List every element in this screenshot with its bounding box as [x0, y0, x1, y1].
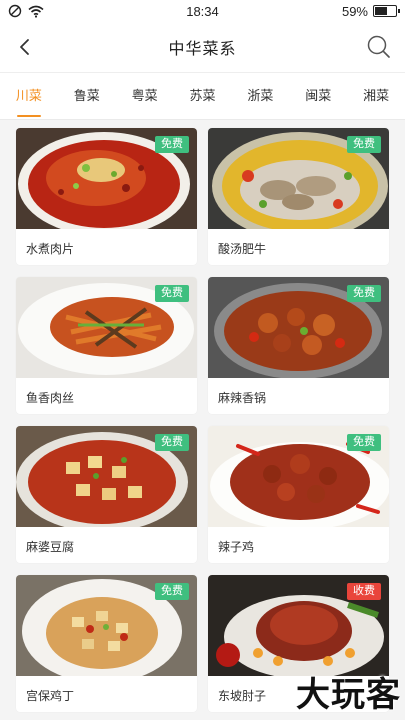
- tab-chuan[interactable]: 川菜: [0, 73, 58, 119]
- battery-percent: 59%: [341, 3, 368, 19]
- dish-name: 酸汤肥牛: [218, 242, 267, 256]
- price-badge: 免费: [155, 285, 189, 302]
- dish-card[interactable]: 免费 辣子鸡: [208, 426, 389, 563]
- dish-card[interactable]: 免费 水煮肉片: [16, 128, 197, 265]
- dish-name: 辣子鸡: [218, 540, 255, 554]
- tab-lu[interactable]: 鲁菜: [58, 73, 116, 119]
- wifi-icon: [28, 5, 44, 18]
- tab-zhe[interactable]: 浙菜: [231, 73, 289, 119]
- dish-name: 水煮肉片: [26, 242, 75, 256]
- battery-icon: [373, 5, 400, 17]
- dish-card[interactable]: 免费 鱼香肉丝: [16, 277, 197, 414]
- watermark-logo: 大玩客: [296, 675, 401, 715]
- price-badge: 免费: [347, 136, 381, 153]
- dish-name: 宫保鸡丁: [26, 689, 75, 703]
- tab-min[interactable]: 闽菜: [289, 73, 347, 119]
- status-icons-right: 59%: [277, 3, 400, 19]
- tab-xiang[interactable]: 湘菜: [347, 73, 405, 119]
- tab-su[interactable]: 苏菜: [174, 73, 232, 119]
- dish-card[interactable]: 免费 麻婆豆腐: [16, 426, 197, 563]
- dish-card[interactable]: 免费 宫保鸡丁: [16, 575, 197, 712]
- dish-name: 麻辣香锅: [218, 391, 267, 405]
- dish-name: 东坡肘子: [218, 689, 267, 703]
- search-icon[interactable]: [365, 33, 393, 61]
- page-title: 中华菜系: [168, 41, 237, 58]
- no-sim-icon: [8, 4, 22, 18]
- nav-bar: 中华菜系: [0, 22, 405, 72]
- status-bar: 18:34 59%: [0, 0, 405, 22]
- price-badge: 免费: [347, 434, 381, 451]
- dish-name: 麻婆豆腐: [26, 540, 75, 554]
- tab-yue[interactable]: 粤菜: [116, 73, 174, 119]
- dish-name: 鱼香肉丝: [26, 391, 75, 405]
- status-icons-left: [8, 4, 128, 18]
- price-badge: 收费: [347, 583, 381, 600]
- dish-card[interactable]: 免费 麻辣香锅: [208, 277, 389, 414]
- dish-card[interactable]: 免费 酸汤肥牛: [208, 128, 389, 265]
- cuisine-tabs: 川菜 鲁菜 粤菜 苏菜 浙菜 闽菜 湘菜: [0, 72, 405, 120]
- chevron-left-icon[interactable]: [12, 34, 38, 60]
- price-badge: 免费: [155, 434, 189, 451]
- dish-grid: 免费 水煮肉片 免费 酸汤肥牛 免费 鱼香肉丝 免费 麻辣香锅 免费 麻婆豆腐 …: [0, 120, 405, 720]
- price-badge: 免费: [155, 583, 189, 600]
- price-badge: 免费: [155, 136, 189, 153]
- price-badge: 免费: [347, 285, 381, 302]
